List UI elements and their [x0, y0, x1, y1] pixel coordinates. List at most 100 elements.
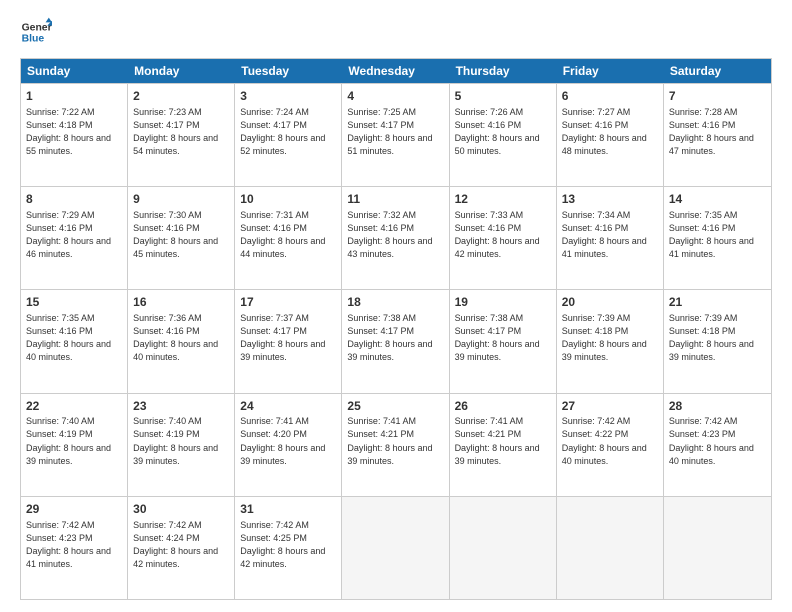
day-info: Sunrise: 7:24 AMSunset: 4:17 PMDaylight:… [240, 106, 336, 158]
calendar-cell [450, 497, 557, 599]
day-number: 14 [669, 191, 766, 208]
header-day-tuesday: Tuesday [235, 59, 342, 83]
day-number: 17 [240, 294, 336, 311]
day-number: 13 [562, 191, 658, 208]
calendar-cell: 26Sunrise: 7:41 AMSunset: 4:21 PMDayligh… [450, 394, 557, 496]
calendar-week-4: 22Sunrise: 7:40 AMSunset: 4:19 PMDayligh… [21, 393, 771, 496]
calendar-cell: 22Sunrise: 7:40 AMSunset: 4:19 PMDayligh… [21, 394, 128, 496]
day-info: Sunrise: 7:36 AMSunset: 4:16 PMDaylight:… [133, 312, 229, 364]
day-info: Sunrise: 7:30 AMSunset: 4:16 PMDaylight:… [133, 209, 229, 261]
calendar-cell: 13Sunrise: 7:34 AMSunset: 4:16 PMDayligh… [557, 187, 664, 289]
day-info: Sunrise: 7:28 AMSunset: 4:16 PMDaylight:… [669, 106, 766, 158]
day-number: 5 [455, 88, 551, 105]
day-info: Sunrise: 7:42 AMSunset: 4:23 PMDaylight:… [669, 415, 766, 467]
logo-icon: General Blue [20, 16, 52, 48]
day-info: Sunrise: 7:41 AMSunset: 4:21 PMDaylight:… [347, 415, 443, 467]
calendar-cell: 8Sunrise: 7:29 AMSunset: 4:16 PMDaylight… [21, 187, 128, 289]
day-number: 6 [562, 88, 658, 105]
calendar-cell: 10Sunrise: 7:31 AMSunset: 4:16 PMDayligh… [235, 187, 342, 289]
day-number: 19 [455, 294, 551, 311]
day-number: 23 [133, 398, 229, 415]
day-number: 28 [669, 398, 766, 415]
day-info: Sunrise: 7:42 AMSunset: 4:23 PMDaylight:… [26, 519, 122, 571]
calendar-cell [342, 497, 449, 599]
calendar-cell: 7Sunrise: 7:28 AMSunset: 4:16 PMDaylight… [664, 84, 771, 186]
day-number: 24 [240, 398, 336, 415]
day-info: Sunrise: 7:25 AMSunset: 4:17 PMDaylight:… [347, 106, 443, 158]
day-number: 30 [133, 501, 229, 518]
day-info: Sunrise: 7:40 AMSunset: 4:19 PMDaylight:… [26, 415, 122, 467]
day-number: 3 [240, 88, 336, 105]
day-info: Sunrise: 7:42 AMSunset: 4:24 PMDaylight:… [133, 519, 229, 571]
day-info: Sunrise: 7:32 AMSunset: 4:16 PMDaylight:… [347, 209, 443, 261]
calendar-cell: 21Sunrise: 7:39 AMSunset: 4:18 PMDayligh… [664, 290, 771, 392]
day-info: Sunrise: 7:42 AMSunset: 4:22 PMDaylight:… [562, 415, 658, 467]
day-number: 1 [26, 88, 122, 105]
day-number: 12 [455, 191, 551, 208]
calendar-cell [557, 497, 664, 599]
calendar-cell: 16Sunrise: 7:36 AMSunset: 4:16 PMDayligh… [128, 290, 235, 392]
header-day-saturday: Saturday [664, 59, 771, 83]
day-info: Sunrise: 7:41 AMSunset: 4:21 PMDaylight:… [455, 415, 551, 467]
calendar-cell: 6Sunrise: 7:27 AMSunset: 4:16 PMDaylight… [557, 84, 664, 186]
day-info: Sunrise: 7:29 AMSunset: 4:16 PMDaylight:… [26, 209, 122, 261]
day-info: Sunrise: 7:37 AMSunset: 4:17 PMDaylight:… [240, 312, 336, 364]
calendar-cell: 1Sunrise: 7:22 AMSunset: 4:18 PMDaylight… [21, 84, 128, 186]
calendar-cell: 25Sunrise: 7:41 AMSunset: 4:21 PMDayligh… [342, 394, 449, 496]
calendar-week-2: 8Sunrise: 7:29 AMSunset: 4:16 PMDaylight… [21, 186, 771, 289]
day-info: Sunrise: 7:35 AMSunset: 4:16 PMDaylight:… [26, 312, 122, 364]
calendar-cell: 9Sunrise: 7:30 AMSunset: 4:16 PMDaylight… [128, 187, 235, 289]
day-info: Sunrise: 7:26 AMSunset: 4:16 PMDaylight:… [455, 106, 551, 158]
calendar-cell: 17Sunrise: 7:37 AMSunset: 4:17 PMDayligh… [235, 290, 342, 392]
day-info: Sunrise: 7:38 AMSunset: 4:17 PMDaylight:… [347, 312, 443, 364]
day-info: Sunrise: 7:40 AMSunset: 4:19 PMDaylight:… [133, 415, 229, 467]
day-info: Sunrise: 7:39 AMSunset: 4:18 PMDaylight:… [669, 312, 766, 364]
day-number: 21 [669, 294, 766, 311]
day-number: 9 [133, 191, 229, 208]
calendar-cell: 24Sunrise: 7:41 AMSunset: 4:20 PMDayligh… [235, 394, 342, 496]
calendar-cell: 5Sunrise: 7:26 AMSunset: 4:16 PMDaylight… [450, 84, 557, 186]
day-number: 10 [240, 191, 336, 208]
day-number: 25 [347, 398, 443, 415]
day-number: 18 [347, 294, 443, 311]
calendar-week-5: 29Sunrise: 7:42 AMSunset: 4:23 PMDayligh… [21, 496, 771, 599]
day-number: 7 [669, 88, 766, 105]
svg-text:General: General [22, 22, 52, 33]
day-info: Sunrise: 7:22 AMSunset: 4:18 PMDaylight:… [26, 106, 122, 158]
calendar-cell: 28Sunrise: 7:42 AMSunset: 4:23 PMDayligh… [664, 394, 771, 496]
calendar-cell: 23Sunrise: 7:40 AMSunset: 4:19 PMDayligh… [128, 394, 235, 496]
calendar-week-1: 1Sunrise: 7:22 AMSunset: 4:18 PMDaylight… [21, 83, 771, 186]
calendar-cell: 11Sunrise: 7:32 AMSunset: 4:16 PMDayligh… [342, 187, 449, 289]
svg-text:Blue: Blue [22, 34, 45, 45]
day-info: Sunrise: 7:23 AMSunset: 4:17 PMDaylight:… [133, 106, 229, 158]
day-number: 4 [347, 88, 443, 105]
day-number: 11 [347, 191, 443, 208]
day-info: Sunrise: 7:42 AMSunset: 4:25 PMDaylight:… [240, 519, 336, 571]
calendar-cell: 20Sunrise: 7:39 AMSunset: 4:18 PMDayligh… [557, 290, 664, 392]
day-info: Sunrise: 7:34 AMSunset: 4:16 PMDaylight:… [562, 209, 658, 261]
calendar-cell: 12Sunrise: 7:33 AMSunset: 4:16 PMDayligh… [450, 187, 557, 289]
calendar-cell [664, 497, 771, 599]
calendar-cell: 30Sunrise: 7:42 AMSunset: 4:24 PMDayligh… [128, 497, 235, 599]
header-day-friday: Friday [557, 59, 664, 83]
calendar-cell: 14Sunrise: 7:35 AMSunset: 4:16 PMDayligh… [664, 187, 771, 289]
day-number: 31 [240, 501, 336, 518]
day-number: 15 [26, 294, 122, 311]
calendar-cell: 4Sunrise: 7:25 AMSunset: 4:17 PMDaylight… [342, 84, 449, 186]
calendar-body: 1Sunrise: 7:22 AMSunset: 4:18 PMDaylight… [21, 83, 771, 599]
day-number: 20 [562, 294, 658, 311]
calendar-cell: 19Sunrise: 7:38 AMSunset: 4:17 PMDayligh… [450, 290, 557, 392]
calendar-header: SundayMondayTuesdayWednesdayThursdayFrid… [21, 59, 771, 83]
day-info: Sunrise: 7:41 AMSunset: 4:20 PMDaylight:… [240, 415, 336, 467]
day-number: 2 [133, 88, 229, 105]
day-number: 16 [133, 294, 229, 311]
header-day-thursday: Thursday [450, 59, 557, 83]
day-info: Sunrise: 7:33 AMSunset: 4:16 PMDaylight:… [455, 209, 551, 261]
header-day-monday: Monday [128, 59, 235, 83]
calendar-cell: 27Sunrise: 7:42 AMSunset: 4:22 PMDayligh… [557, 394, 664, 496]
day-number: 27 [562, 398, 658, 415]
header-day-wednesday: Wednesday [342, 59, 449, 83]
calendar-week-3: 15Sunrise: 7:35 AMSunset: 4:16 PMDayligh… [21, 289, 771, 392]
day-info: Sunrise: 7:31 AMSunset: 4:16 PMDaylight:… [240, 209, 336, 261]
day-info: Sunrise: 7:39 AMSunset: 4:18 PMDaylight:… [562, 312, 658, 364]
